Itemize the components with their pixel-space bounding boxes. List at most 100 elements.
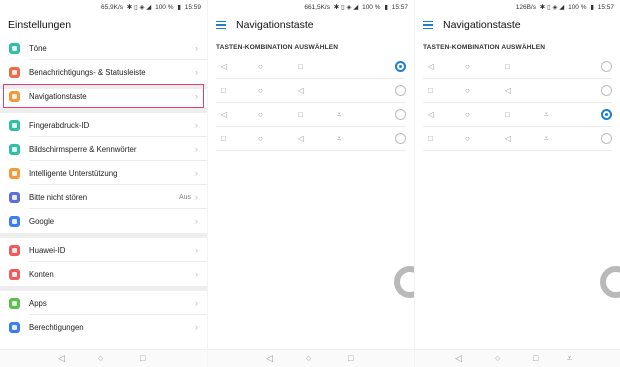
nav-option-4[interactable]: □ ○ ◁ ⩡ [208,127,414,151]
nav-option-2[interactable]: □ ○ ◁ [415,79,620,103]
user-icon [9,268,20,280]
setting-item-do-not-disturb[interactable]: Bitte nicht stören Aus › [0,185,207,209]
home-glyph: ○ [258,134,263,143]
setting-item-notifications[interactable]: Benachrichtigungs- & Statusleiste › [0,60,207,84]
notification-button[interactable]: ⩡ [567,353,572,363]
home-glyph: ○ [258,110,263,119]
recent-glyph: □ [221,86,226,95]
notification-glyph: ⩡ [544,110,549,119]
nav-option-4[interactable]: □ ○ ◁ ⩡ [415,127,620,151]
nav-option-3[interactable]: ◁ ○ □ ⩡ [415,103,620,127]
highlight-frame [3,84,204,108]
hand-icon [9,167,20,179]
recent-glyph: □ [428,134,433,143]
system-navigation-bar: ◁ ○ □ [0,349,207,367]
clock: 15:57 [391,4,408,11]
navigation-key-screen-b: 126B/s ✱ ▯ ◈ ◢ 100 % ▮ 15:57 Navigations… [414,0,620,367]
nav-option-1[interactable]: ◁ ○ □ [208,55,414,79]
back-button[interactable]: ◁ [266,353,273,363]
battery-icon: ▮ [590,4,594,11]
status-icons: ✱ ▯ ◈ ◢ [126,4,152,11]
nav-option-1[interactable]: ◁ ○ □ [415,55,620,79]
back-button[interactable]: ◁ [455,353,462,363]
option-radio-selected[interactable] [395,61,406,72]
setting-item-permissions[interactable]: Berechtigungen › [0,315,207,339]
recent-apps-button[interactable]: □ [140,353,145,363]
setting-item-apps[interactable]: Apps › [0,291,207,315]
section-title: TASTEN-KOMBINATION AUSWÄHLEN [216,44,339,51]
setting-item-smart-assistance[interactable]: Intelligente Unterstützung › [0,161,207,185]
nav-option-3[interactable]: ◁ ○ □ ⩡ [208,103,414,127]
home-button[interactable]: ○ [495,353,500,363]
setting-label: Google [29,216,55,226]
bell-icon [9,66,20,78]
setting-label: Apps [29,298,47,308]
huawei-icon [9,244,20,256]
setting-item-screen-lock[interactable]: Bildschirmsperre & Kennwörter › [0,137,207,161]
settings-screen: 65,9K/s ✱ ▯ ◈ ◢ 100 % ▮ 15:59 Einstellun… [0,0,207,367]
menu-icon[interactable] [423,21,433,29]
status-icons: ✱ ▯ ◈ ◢ [333,4,359,11]
menu-icon[interactable] [216,21,226,29]
speaker-icon [9,42,20,54]
network-speed: 661,5K/s [304,4,330,11]
home-glyph: ○ [465,86,470,95]
back-glyph: ◁ [221,110,228,119]
app-header: Navigationstaste [415,14,620,36]
clock: 15:59 [184,4,201,11]
page-title: Navigationstaste [236,19,314,31]
nav-option-2[interactable]: □ ○ ◁ [208,79,414,103]
setting-value: Aus [178,193,191,201]
chevron-right-icon: › [195,43,198,53]
back-button[interactable]: ◁ [58,353,65,363]
recent-glyph: □ [298,110,303,119]
home-glyph: ○ [465,134,470,143]
recent-apps-button[interactable]: □ [348,353,353,363]
recent-apps-button[interactable]: □ [533,353,538,363]
option-radio[interactable] [601,85,612,96]
navigation-key-screen-a: 661,5K/s ✱ ▯ ◈ ◢ 100 % ▮ 15:57 Navigatio… [207,0,414,367]
home-glyph: ○ [465,110,470,119]
page-title: Navigationstaste [443,19,521,31]
option-radio[interactable] [601,133,612,144]
recent-glyph: □ [505,110,510,119]
setting-label: Bitte nicht stören [29,192,88,202]
clock: 15:57 [597,4,614,11]
recent-glyph: □ [428,86,433,95]
setting-item-fingerprint[interactable]: Fingerabdruck-ID › [0,113,207,137]
option-radio[interactable] [395,133,406,144]
setting-item-google[interactable]: Google › [0,209,207,233]
status-icons: ✱ ▯ ◈ ◢ [539,4,565,11]
setting-item-toene[interactable]: Töne › [0,36,207,60]
fingerprint-icon [9,119,20,131]
home-button[interactable]: ○ [306,353,311,363]
setting-label: Konten [29,269,54,279]
chevron-right-icon: › [195,269,198,279]
option-radio[interactable] [395,109,406,120]
setting-item-huawei-id[interactable]: Huawei-ID › [0,238,207,262]
setting-item-accounts[interactable]: Konten › [0,262,207,286]
section-title: TASTEN-KOMBINATION AUSWÄHLEN [423,44,546,51]
page-title: Einstellungen [8,19,72,31]
chevron-right-icon: › [195,322,198,332]
notification-glyph: ⩡ [544,134,549,143]
battery-level: 100 % [155,4,174,11]
battery-icon: ▮ [177,4,181,11]
status-bar: 661,5K/s ✱ ▯ ◈ ◢ 100 % ▮ 15:57 [208,0,414,14]
option-radio[interactable] [395,85,406,96]
home-glyph: ○ [465,62,470,71]
setting-label: Fingerabdruck-ID [29,120,90,130]
floating-dock-button[interactable] [394,266,414,298]
option-radio-selected[interactable] [601,109,612,120]
option-radio[interactable] [601,61,612,72]
setting-label: Huawei-ID [29,245,66,255]
home-glyph: ○ [258,86,263,95]
chevron-right-icon: › [195,120,198,130]
back-glyph: ◁ [298,134,305,143]
chevron-right-icon: › [195,168,198,178]
recent-glyph: □ [298,62,303,71]
home-button[interactable]: ○ [98,353,103,363]
floating-dock-button[interactable] [600,266,620,298]
back-glyph: ◁ [428,62,435,71]
network-speed: 126B/s [515,4,536,11]
